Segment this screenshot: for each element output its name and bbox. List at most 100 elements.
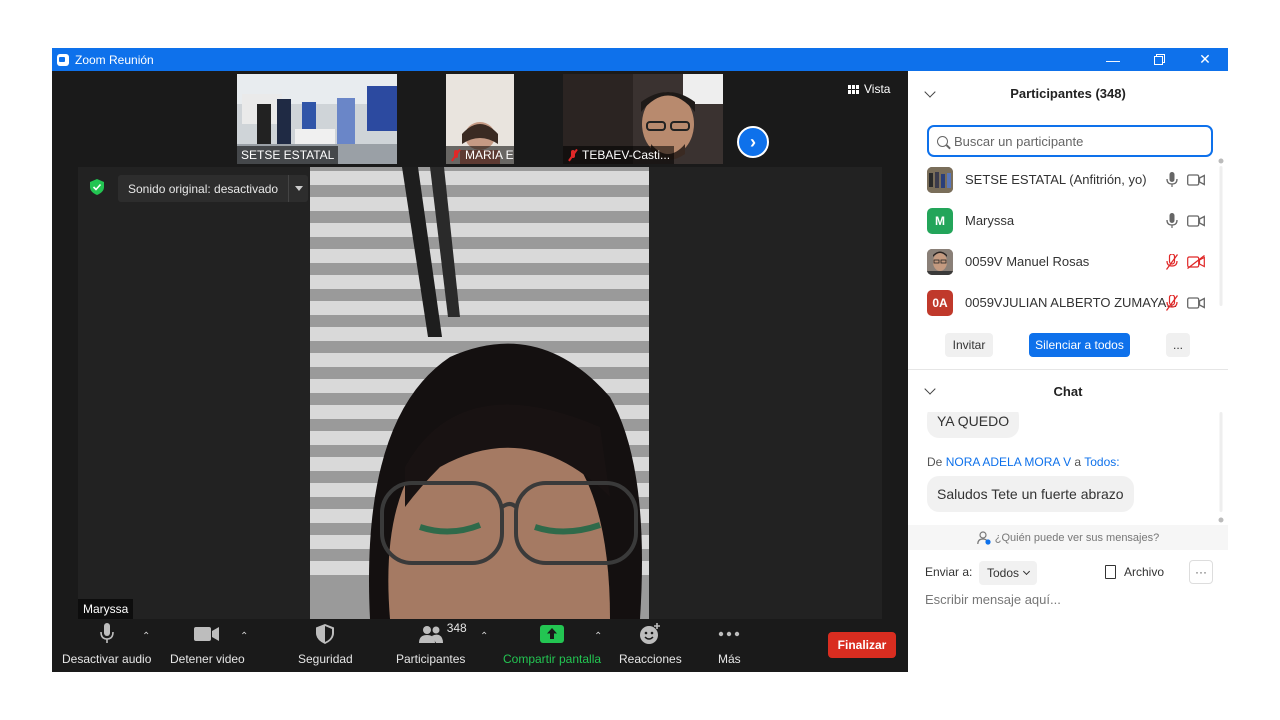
- chat-sender-line: De NORA ADELA MORA V a Todos:: [927, 455, 1120, 469]
- reactions-label: Reacciones: [619, 652, 682, 666]
- participant-row[interactable]: 0059V Manuel Rosas: [908, 241, 1218, 282]
- video-camera-icon[interactable]: [1187, 296, 1205, 310]
- participants-button[interactable]: 348 Participantes: [396, 621, 467, 666]
- muted-mic-icon: [450, 149, 462, 161]
- stop-video-button[interactable]: Detener video: [170, 623, 245, 666]
- thumbnail-name: MARIA ESTH...: [446, 146, 514, 164]
- muted-mic-icon: [567, 149, 579, 161]
- more-button[interactable]: Más: [718, 623, 741, 666]
- participant-row[interactable]: 0A 0059VJULIAN ALBERTO ZUMAYA...: [908, 282, 1218, 323]
- chat-message-bubble: Saludos Tete un fuerte abrazo: [927, 476, 1134, 512]
- audio-options-caret[interactable]: ⌃: [142, 631, 150, 642]
- muted-microphone-icon[interactable]: [1166, 294, 1178, 311]
- who-can-see-messages[interactable]: ¿Quién puede ver sus mensajes?: [908, 525, 1228, 550]
- close-icon[interactable]: ✕: [1182, 48, 1228, 71]
- security-button[interactable]: Seguridad: [298, 623, 353, 666]
- microphone-icon[interactable]: [1166, 171, 1178, 188]
- collapse-chevron-icon[interactable]: [924, 86, 936, 98]
- reactions-emoji-icon: [639, 623, 661, 645]
- chevron-down-icon: [1022, 567, 1031, 576]
- grid-view-icon: [848, 84, 859, 94]
- participant-name: Maryssa: [965, 213, 1015, 228]
- participant-row[interactable]: SETSE ESTATAL (Anfitrión, yo): [908, 159, 1218, 200]
- invite-button[interactable]: Invitar: [945, 333, 993, 357]
- participants-header: Participantes (348): [908, 71, 1228, 115]
- view-label: Vista: [864, 82, 891, 96]
- original-sound-label: Sonido original: desactivado: [128, 181, 279, 196]
- participants-count: 348: [446, 621, 467, 635]
- minimize-icon[interactable]: —: [1090, 48, 1136, 71]
- reactions-button[interactable]: Reacciones: [619, 623, 682, 666]
- zoom-app-icon: [57, 53, 69, 66]
- participants-label: Participantes: [396, 652, 466, 666]
- avatar: [927, 248, 953, 275]
- chat-more-button[interactable]: ···: [1189, 560, 1213, 584]
- participants-icon: 348: [418, 621, 467, 645]
- microphone-icon[interactable]: [1166, 212, 1178, 229]
- speaker-video-image: [310, 167, 649, 619]
- encryption-shield-icon: [90, 179, 104, 195]
- view-button[interactable]: Vista: [848, 82, 890, 96]
- share-screen-button[interactable]: Compartir pantalla: [503, 623, 601, 666]
- thumbnail-name: SETSE ESTATAL: [237, 146, 339, 164]
- security-label: Seguridad: [298, 652, 353, 666]
- window-title: Zoom Reunión: [75, 52, 154, 67]
- participant-row[interactable]: M Maryssa: [908, 200, 1218, 241]
- original-sound-toggle[interactable]: Sonido original: desactivado: [118, 175, 309, 202]
- send-to-row: Enviar a: Todos Archivo ···: [925, 560, 1215, 586]
- meeting-toolbar: Desactivar audio ⌃ Detener video ⌃ Segur…: [52, 619, 908, 672]
- search-placeholder: Buscar un participante: [954, 133, 1084, 149]
- file-button[interactable]: Archivo: [1105, 565, 1164, 579]
- chat-title: Chat: [1053, 383, 1083, 399]
- microphone-icon: [99, 623, 115, 645]
- muted-microphone-icon[interactable]: [1166, 253, 1178, 270]
- next-page-button[interactable]: ›: [737, 126, 769, 158]
- participant-name: 0059VJULIAN ALBERTO ZUMAYA...: [965, 295, 1178, 310]
- thumbnail-setse[interactable]: SETSE ESTATAL: [237, 74, 397, 164]
- participant-name: 0059V Manuel Rosas: [965, 254, 1090, 269]
- chat-sender-name[interactable]: NORA ADELA MORA V: [946, 455, 1071, 469]
- thumbnail-name: TEBAEV-Casti...: [563, 146, 675, 164]
- video-options-caret[interactable]: ⌃: [240, 631, 248, 642]
- chat-header: Chat: [908, 370, 1228, 412]
- chat-message-input[interactable]: Escribir mensaje aquí...: [925, 592, 1205, 607]
- participant-search-input[interactable]: Buscar un participante: [927, 125, 1213, 157]
- restore-icon[interactable]: [1136, 48, 1182, 71]
- video-camera-icon: [194, 623, 220, 645]
- send-to-dropdown[interactable]: Todos: [979, 561, 1037, 585]
- chat-scrollbar[interactable]: [1218, 412, 1224, 525]
- user-visibility-icon: [976, 530, 991, 545]
- thumbnail-maria[interactable]: MARIA ESTH...: [446, 74, 514, 164]
- avatar: M: [927, 207, 953, 234]
- file-icon: [1105, 565, 1116, 579]
- chevron-right-icon: ›: [750, 131, 756, 152]
- mute-audio-label: Desactivar audio: [62, 652, 152, 666]
- share-screen-icon: [540, 623, 565, 645]
- speaker-name: Maryssa: [78, 599, 134, 619]
- stop-video-label: Detener video: [170, 652, 245, 666]
- speaker-video: [310, 167, 649, 619]
- security-shield-icon: [316, 623, 335, 645]
- participants-more-button[interactable]: ...: [1166, 333, 1190, 357]
- video-camera-icon[interactable]: [1187, 214, 1205, 228]
- participants-scrollbar[interactable]: [1218, 158, 1224, 313]
- chat-message-bubble: YA QUEDO: [927, 412, 1020, 438]
- zoom-window: Zoom Reunión — ✕ SETSE ESTATAL MARIA E T…: [52, 48, 1228, 672]
- more-label: Más: [718, 652, 741, 666]
- thumbnail-tebaev[interactable]: TEBAEV-Casti...: [563, 74, 723, 164]
- main-video: Sonido original: desactivado Maryssa: [78, 167, 882, 619]
- collapse-chevron-icon[interactable]: [924, 383, 936, 395]
- side-panel: Participantes (348) Buscar un participan…: [908, 71, 1228, 672]
- participants-options-caret[interactable]: ⌃: [480, 631, 488, 642]
- mute-all-button[interactable]: Silenciar a todos: [1029, 333, 1130, 357]
- video-off-icon[interactable]: [1187, 254, 1205, 269]
- video-stage: SETSE ESTATAL MARIA ESTH... TEBA: [52, 71, 908, 672]
- end-meeting-button[interactable]: Finalizar: [828, 632, 896, 658]
- video-camera-icon[interactable]: [1187, 173, 1205, 187]
- chat-recipient[interactable]: Todos:: [1084, 455, 1119, 469]
- chevron-down-icon[interactable]: [288, 175, 308, 202]
- share-options-caret[interactable]: ⌃: [594, 631, 602, 642]
- mute-audio-button[interactable]: Desactivar audio: [62, 623, 151, 666]
- title-bar: Zoom Reunión — ✕: [52, 48, 1228, 71]
- participant-name: SETSE ESTATAL (Anfitrión, yo): [965, 172, 1147, 187]
